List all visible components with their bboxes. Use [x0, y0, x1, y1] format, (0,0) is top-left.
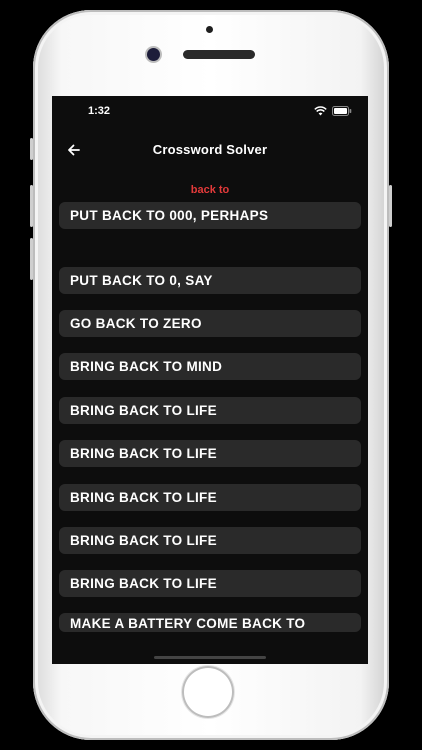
- result-item[interactable]: BRING BACK TO LIFE: [59, 440, 361, 467]
- front-camera: [147, 48, 160, 61]
- phone-frame: 1:32 Crossword Solver back to PUT BACK T…: [30, 10, 392, 740]
- status-bar: 1:32: [52, 96, 368, 126]
- result-item[interactable]: BRING BACK TO LIFE: [59, 527, 361, 554]
- result-item[interactable]: BRING BACK TO LIFE: [59, 570, 361, 597]
- result-item[interactable]: BRING BACK TO LIFE: [59, 397, 361, 424]
- search-query: back to: [190, 184, 230, 196]
- volume-up-button: [30, 185, 33, 227]
- earpiece-speaker: [183, 50, 255, 59]
- result-item[interactable]: BRING BACK TO MIND: [59, 353, 361, 380]
- home-button: [182, 666, 234, 718]
- proximity-sensor: [206, 26, 213, 33]
- result-item[interactable]: PUT BACK TO 000, PERHAPS: [59, 202, 361, 229]
- battery-icon: [332, 106, 352, 116]
- result-item[interactable]: GO BACK TO ZERO: [59, 310, 361, 337]
- app-screen: 1:32 Crossword Solver back to PUT BACK T…: [52, 96, 368, 664]
- status-time: 1:32: [88, 105, 111, 117]
- result-item[interactable]: MAKE A BATTERY COME BACK TO: [59, 613, 361, 632]
- page-title: Crossword Solver: [152, 142, 268, 157]
- app-bar: Crossword Solver: [52, 128, 368, 172]
- status-icons: [314, 106, 352, 116]
- power-button: [389, 185, 392, 227]
- volume-down-button: [30, 238, 33, 280]
- wifi-icon: [314, 106, 327, 116]
- home-indicator: [154, 656, 266, 659]
- result-item[interactable]: BRING BACK TO LIFE: [59, 484, 361, 511]
- result-item[interactable]: PUT BACK TO 0, SAY: [59, 267, 361, 294]
- silent-switch: [30, 138, 33, 160]
